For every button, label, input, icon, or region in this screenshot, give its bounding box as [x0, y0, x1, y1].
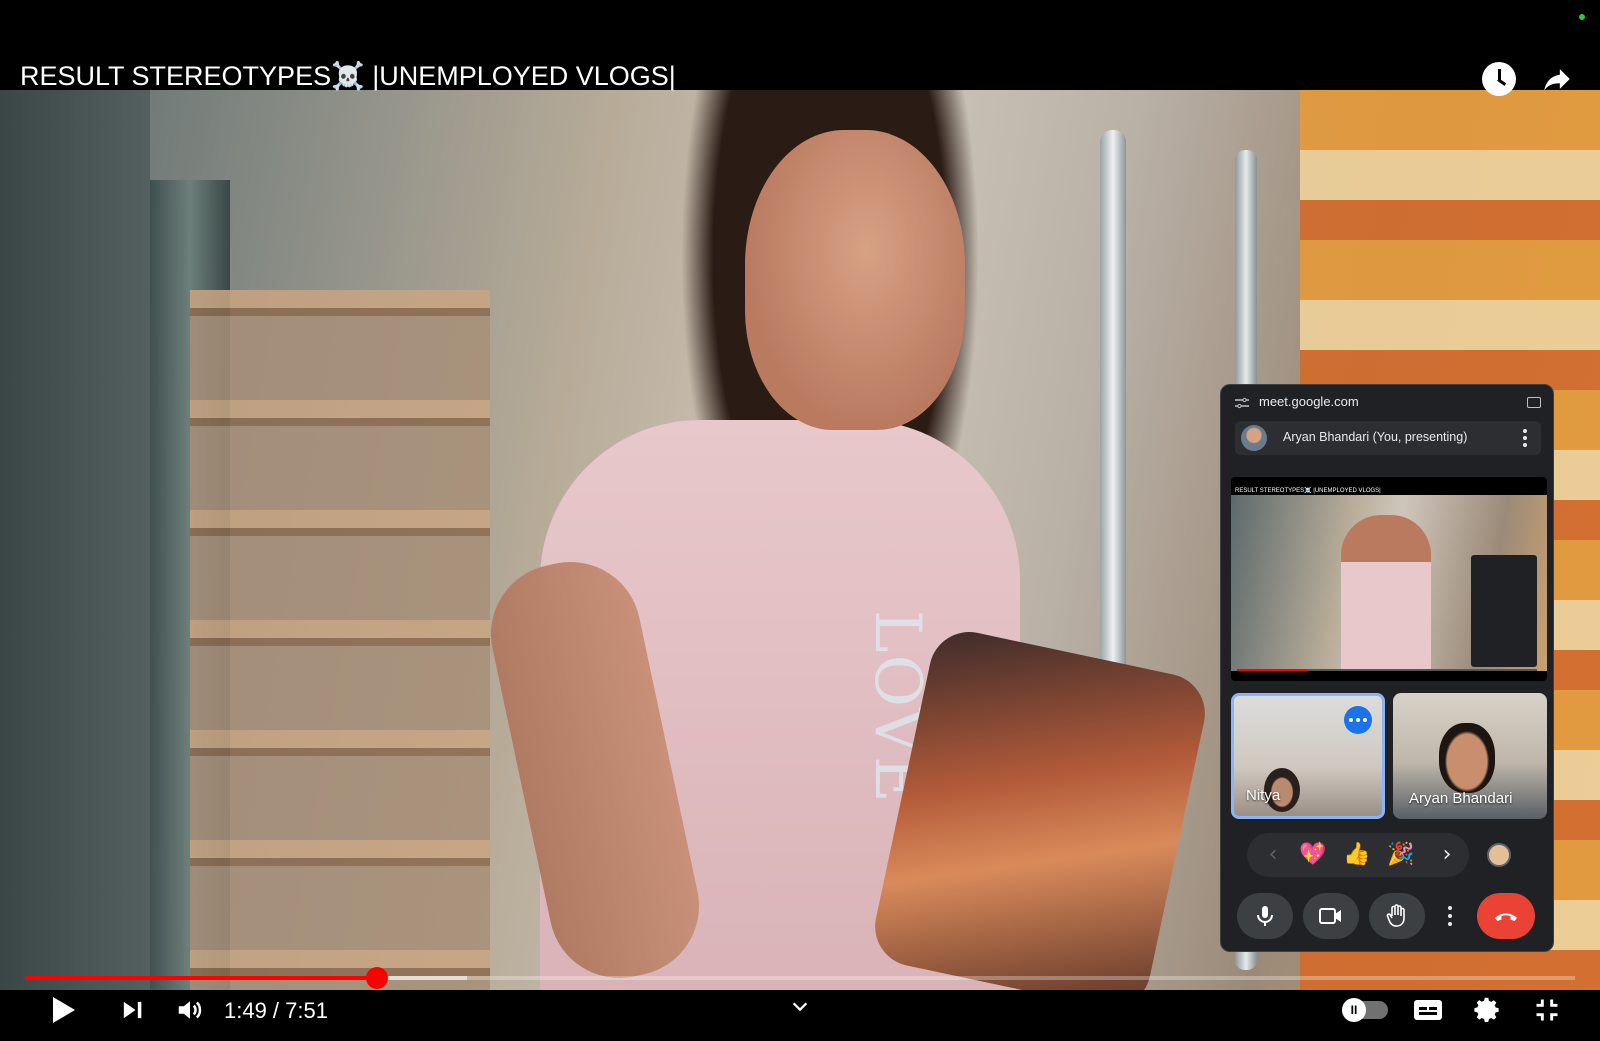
store-wall [0, 90, 150, 990]
gear-icon[interactable] [1470, 990, 1504, 1030]
chevron-down-icon[interactable] [786, 986, 814, 1026]
share-icon[interactable] [1540, 62, 1574, 96]
camera-icon[interactable] [1303, 893, 1359, 939]
raise-hand-icon[interactable] [1369, 893, 1425, 939]
participant-name: Aryan Bhandari [1409, 790, 1513, 807]
participant-video [1439, 723, 1495, 793]
screen: LOVE RESULT STEREOTYPES☠️ |UNEMPLOYED VL… [0, 0, 1600, 1041]
more-horiz-icon[interactable] [1344, 706, 1372, 734]
sparkling-heart-reaction[interactable]: 💖 [1299, 841, 1327, 869]
screen-share-title: RESULT STEREOTYPES☠️ |UNEMPLOYED VLOGS| [1235, 488, 1381, 494]
screen-share-progress [1237, 669, 1537, 671]
mic-icon[interactable] [1237, 893, 1293, 939]
hang-up-icon[interactable] [1477, 893, 1535, 939]
avatar [1241, 425, 1267, 451]
player-top-bar: RESULT STEREOTYPES☠️ |UNEMPLOYED VLOGS| [0, 0, 1600, 96]
person-face [745, 130, 965, 430]
skin-tone-picker[interactable] [1487, 843, 1511, 867]
kebab-icon[interactable] [1517, 427, 1533, 449]
screen-share-video [1231, 495, 1547, 671]
seek-bar[interactable] [25, 967, 1575, 989]
party-popper-reaction[interactable]: 🎉 [1387, 841, 1415, 869]
thumbs-up-reaction[interactable]: 👍 [1343, 841, 1371, 869]
chevron-left-icon[interactable]: ‹ [1259, 841, 1287, 869]
participant-tile-nitya[interactable]: Nitya [1231, 693, 1385, 819]
reaction-bar: ‹ 💖 👍 🎉 › [1247, 833, 1469, 877]
presenter-bar[interactable]: Aryan Bhandari (You, presenting) [1235, 421, 1541, 455]
screen-share-preview[interactable]: RESULT STEREOTYPES☠️ |UNEMPLOYED VLOGS| [1231, 477, 1547, 681]
status-dot [1579, 14, 1585, 20]
autoplay-toggle[interactable]: II [1342, 990, 1388, 1030]
meet-pip-window[interactable]: meet.google.com Aryan Bhandari (You, pre… [1220, 384, 1554, 952]
chevron-right-icon[interactable]: › [1433, 841, 1461, 869]
volume-icon[interactable] [170, 990, 210, 1030]
screen-share-nested-pip [1471, 555, 1537, 667]
autoplay-knob: II [1342, 998, 1366, 1022]
clock-icon[interactable] [1482, 62, 1516, 96]
seek-thumb[interactable] [365, 967, 388, 989]
pip-icon[interactable] [1527, 397, 1541, 408]
store-shelves [190, 290, 490, 990]
tune-icon[interactable] [1235, 396, 1249, 409]
play-icon[interactable] [48, 990, 80, 1030]
played-bar [25, 976, 377, 980]
captions-icon[interactable] [1410, 990, 1446, 1030]
video-title[interactable]: RESULT STEREOTYPES☠️ |UNEMPLOYED VLOGS| [20, 60, 676, 92]
more-vert-icon[interactable] [1435, 893, 1465, 939]
participant-tile-aryan[interactable]: Aryan Bhandari [1393, 693, 1547, 819]
next-icon[interactable] [116, 990, 148, 1030]
presenter-name: Aryan Bhandari (You, presenting) [1283, 430, 1468, 444]
time-display: 1:49 / 7:51 [224, 998, 328, 1023]
meet-url: meet.google.com [1259, 394, 1359, 409]
player-controls: 1:49 / 7:51 II [0, 990, 1600, 1041]
screen-share-person [1341, 515, 1431, 671]
participant-name: Nitya [1246, 787, 1281, 804]
fullscreen-exit-icon[interactable] [1530, 990, 1564, 1030]
